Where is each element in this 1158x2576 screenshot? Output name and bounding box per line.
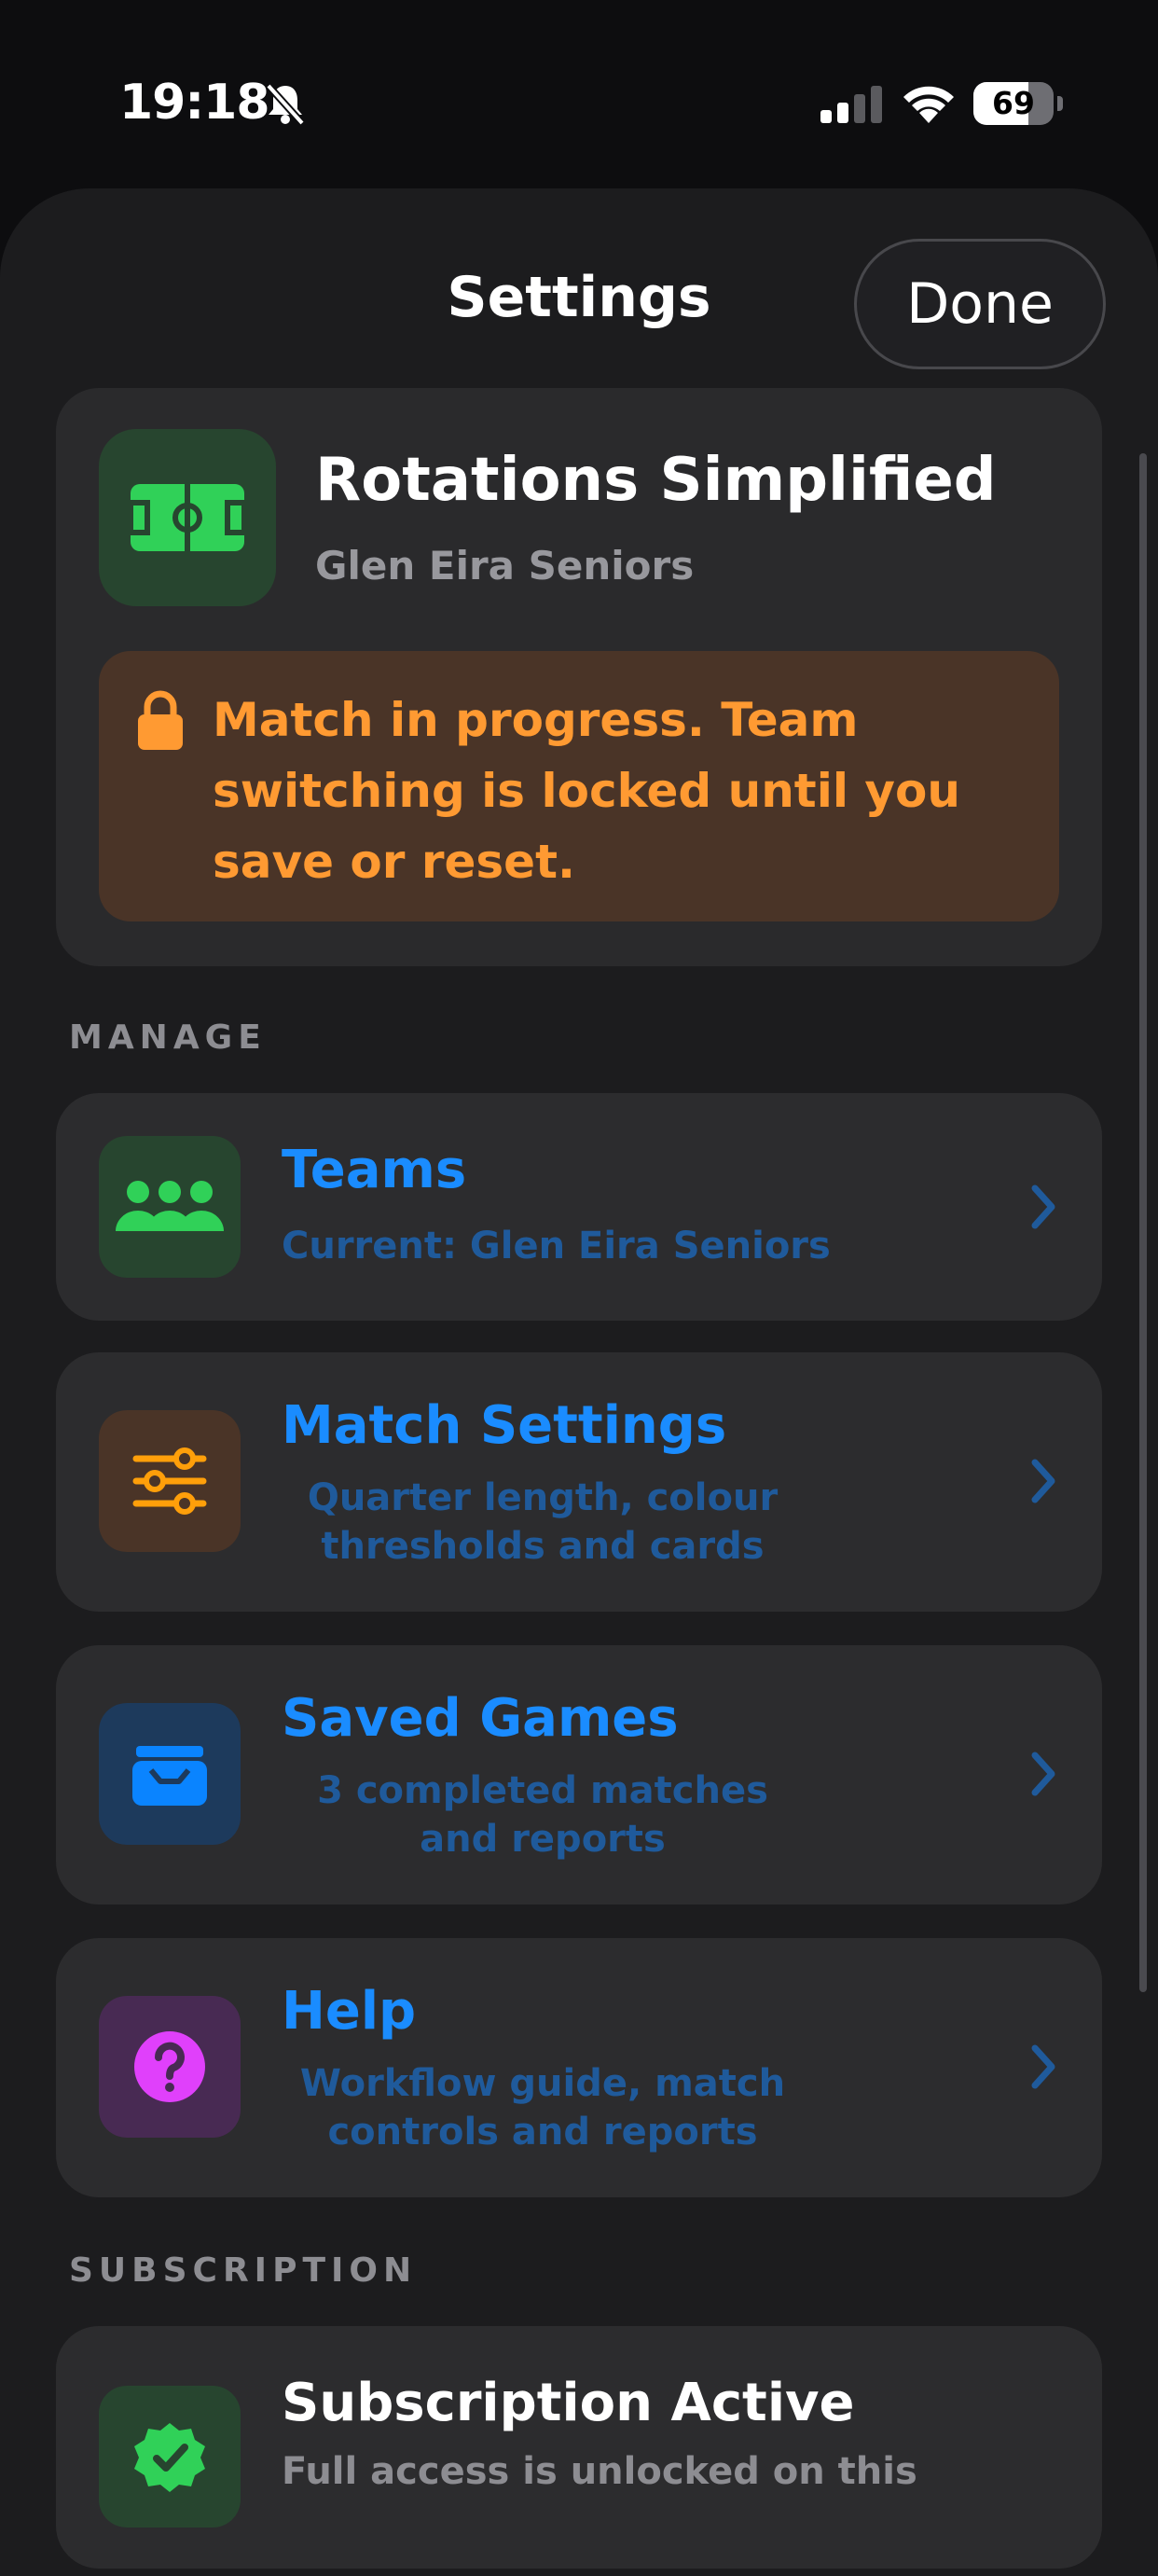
archive-tray-icon [132, 1746, 207, 1806]
status-bar: 19:18 69 [0, 0, 1158, 187]
subscription-title: Subscription Active [282, 2373, 855, 2433]
sliders-icon [132, 1447, 207, 1515]
app-icon [99, 429, 276, 606]
match-settings-icon-tile [99, 1410, 241, 1552]
saved-games-title: Saved Games [282, 1688, 679, 1749]
match-lock-banner: Match in progress. Team switching is loc… [99, 651, 1059, 921]
current-team: Glen Eira Seniors [315, 543, 695, 589]
row-subscription[interactable]: Subscription Active Full access is unloc… [56, 2326, 1102, 2569]
scroll-indicator[interactable] [1139, 453, 1147, 1992]
question-icon [134, 2031, 205, 2102]
row-teams[interactable]: Teams Current: Glen Eira Seniors [56, 1093, 1102, 1321]
app-name: Rotations Simplified [315, 446, 997, 515]
lock-icon [138, 690, 183, 750]
field-icon [128, 484, 247, 551]
done-button[interactable]: Done [854, 239, 1106, 369]
chevron-right-icon [1031, 2044, 1055, 2089]
lock-message: Match in progress. Team switching is loc… [213, 693, 960, 889]
row-saved-games[interactable]: Saved Games 3 completed matches and repo… [56, 1645, 1102, 1904]
chevron-right-icon [1031, 1459, 1055, 1503]
battery-percentage: 69 [992, 85, 1035, 121]
people-icon [116, 1181, 224, 1231]
match-settings-title: Match Settings [282, 1395, 727, 1456]
help-subtitle: Workflow guide, match controls and repor… [299, 2062, 786, 2154]
status-time: 19:18 [119, 75, 270, 131]
help-icon-tile [99, 1996, 241, 2138]
wifi-icon [903, 86, 954, 123]
section-header-manage: MANAGE [69, 1018, 267, 1057]
teams-icon-tile [99, 1136, 241, 1278]
checkmark-seal-icon [134, 2423, 205, 2492]
saved-games-icon-tile [99, 1703, 241, 1845]
battery-indicator: 69 [973, 82, 1063, 127]
help-title: Help [282, 1981, 417, 2042]
subscription-icon-tile [99, 2386, 241, 2528]
teams-subtitle: Current: Glen Eira Seniors [282, 1225, 831, 1267]
teams-title: Teams [282, 1140, 467, 1200]
row-help[interactable]: Help Workflow guide, match controls and … [56, 1938, 1102, 2197]
bell-slash-icon [266, 83, 305, 126]
match-settings-subtitle: Quarter length, colour thresholds and ca… [307, 1476, 779, 1568]
saved-games-subtitle: 3 completed matches and reports [317, 1769, 768, 1861]
chevron-right-icon [1031, 1184, 1055, 1229]
section-header-subscription: SUBSCRIPTION [69, 2251, 418, 2290]
chevron-right-icon [1031, 1752, 1055, 1796]
cellular-signal-icon [820, 86, 882, 123]
row-match-settings[interactable]: Match Settings Quarter length, colour th… [56, 1352, 1102, 1612]
subscription-subtitle: Full access is unlocked on this [282, 2450, 917, 2493]
app-info-card: Rotations Simplified Glen Eira Seniors M… [56, 388, 1102, 966]
